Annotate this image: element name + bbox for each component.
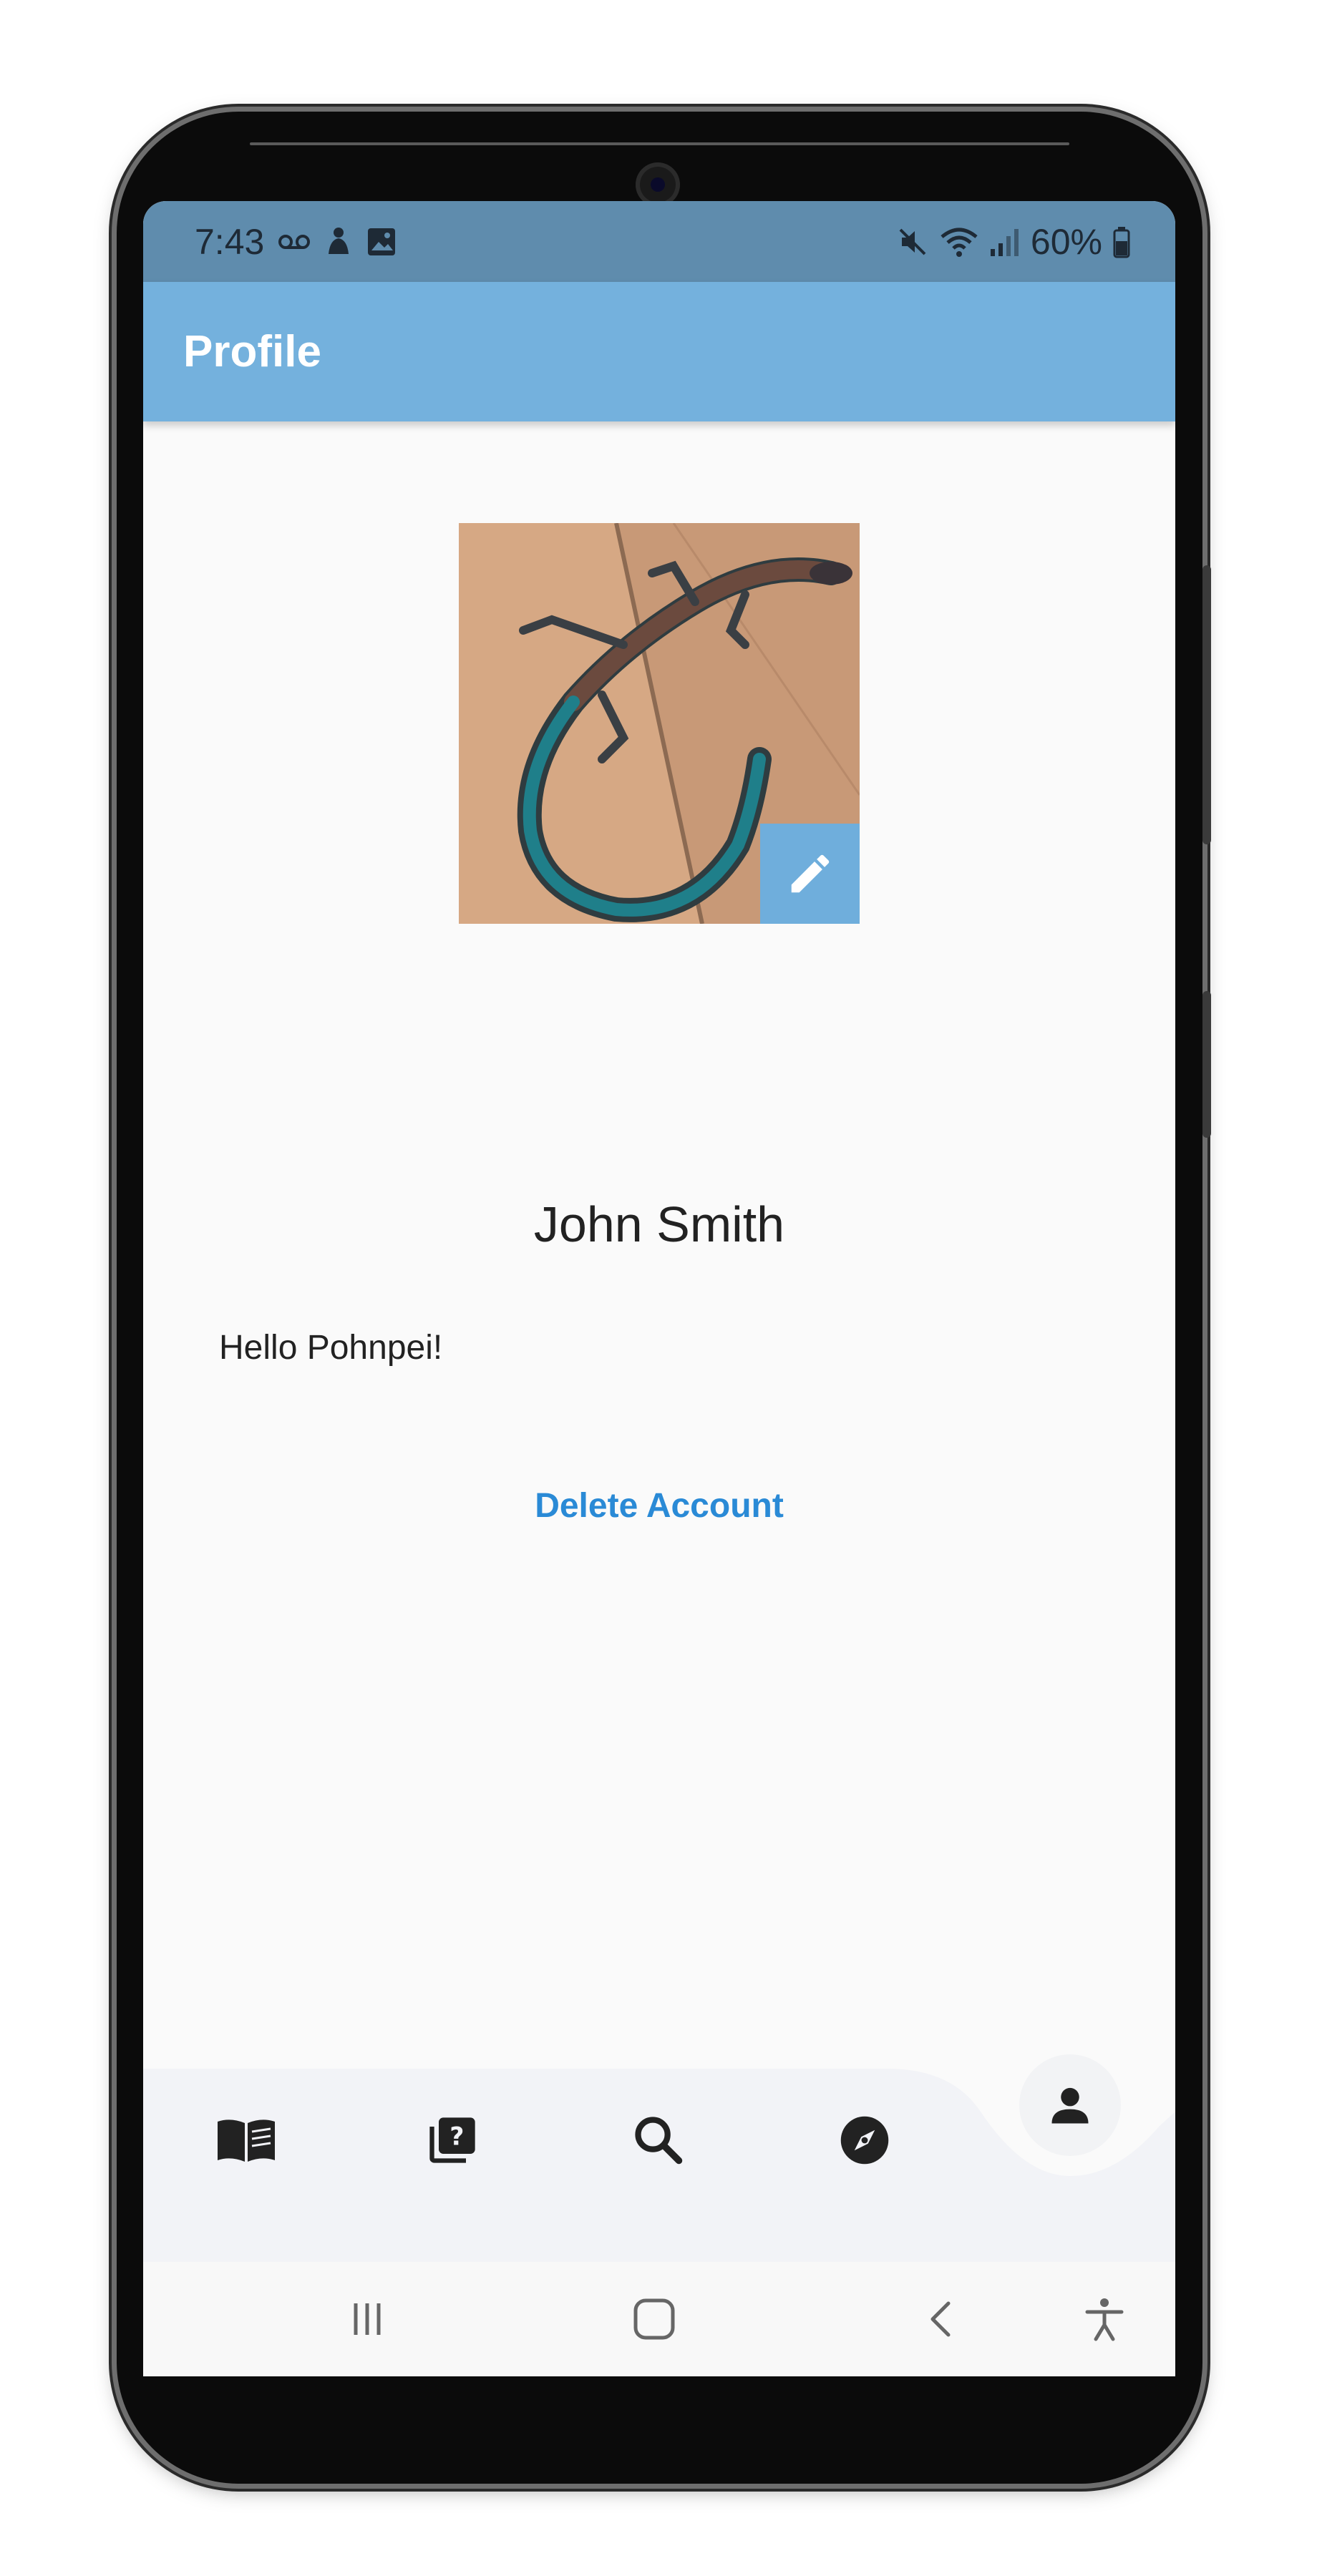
speaker-grille — [250, 142, 1069, 145]
nav-explore-button[interactable] — [822, 2097, 908, 2183]
status-time: 7:43 — [195, 221, 265, 262]
accessibility-icon — [1085, 2298, 1124, 2341]
home-icon — [633, 2298, 675, 2340]
nav-search-button[interactable] — [616, 2097, 701, 2183]
notification-icon — [324, 225, 353, 258]
user-bio: Hello Pohnpei! — [219, 1329, 443, 1367]
volume-button — [1202, 565, 1211, 844]
screen: 7:43 60% Profile John Smith Hello Pohnpe… — [143, 201, 1175, 2376]
recents-icon — [354, 2303, 381, 2335]
mute-icon — [896, 225, 929, 258]
nav-book-button[interactable] — [203, 2097, 289, 2183]
back-button[interactable] — [898, 2276, 984, 2362]
pencil-icon — [791, 854, 829, 893]
compass-icon — [840, 2116, 889, 2165]
home-button[interactable] — [611, 2276, 697, 2362]
image-icon — [366, 226, 397, 258]
page-title: Profile — [183, 327, 321, 376]
power-button — [1202, 991, 1211, 1138]
nav-profile-button[interactable] — [1019, 2054, 1121, 2156]
person-icon — [1051, 2087, 1089, 2124]
user-name: John Smith — [533, 1196, 785, 1252]
quiz-icon: ? — [429, 2117, 475, 2163]
status-bar: 7:43 60% — [143, 201, 1175, 282]
nav-quiz-button[interactable]: ? — [409, 2097, 495, 2183]
search-icon — [635, 2117, 683, 2165]
battery-percent: 60% — [1030, 221, 1102, 262]
book-icon — [218, 2119, 275, 2162]
wifi-icon — [939, 225, 979, 258]
delete-account-button[interactable]: Delete Account — [143, 1486, 1175, 1526]
app-bar: Profile — [143, 282, 1175, 421]
signal-icon — [989, 226, 1021, 258]
accessibility-button[interactable] — [1061, 2276, 1147, 2362]
recents-button[interactable] — [324, 2276, 410, 2362]
svg-text:?: ? — [449, 2122, 464, 2151]
front-camera — [636, 162, 680, 207]
voicemail-icon — [277, 231, 311, 253]
edit-avatar-button[interactable] — [760, 824, 860, 924]
back-icon — [930, 2301, 951, 2337]
battery-icon — [1112, 225, 1131, 258]
